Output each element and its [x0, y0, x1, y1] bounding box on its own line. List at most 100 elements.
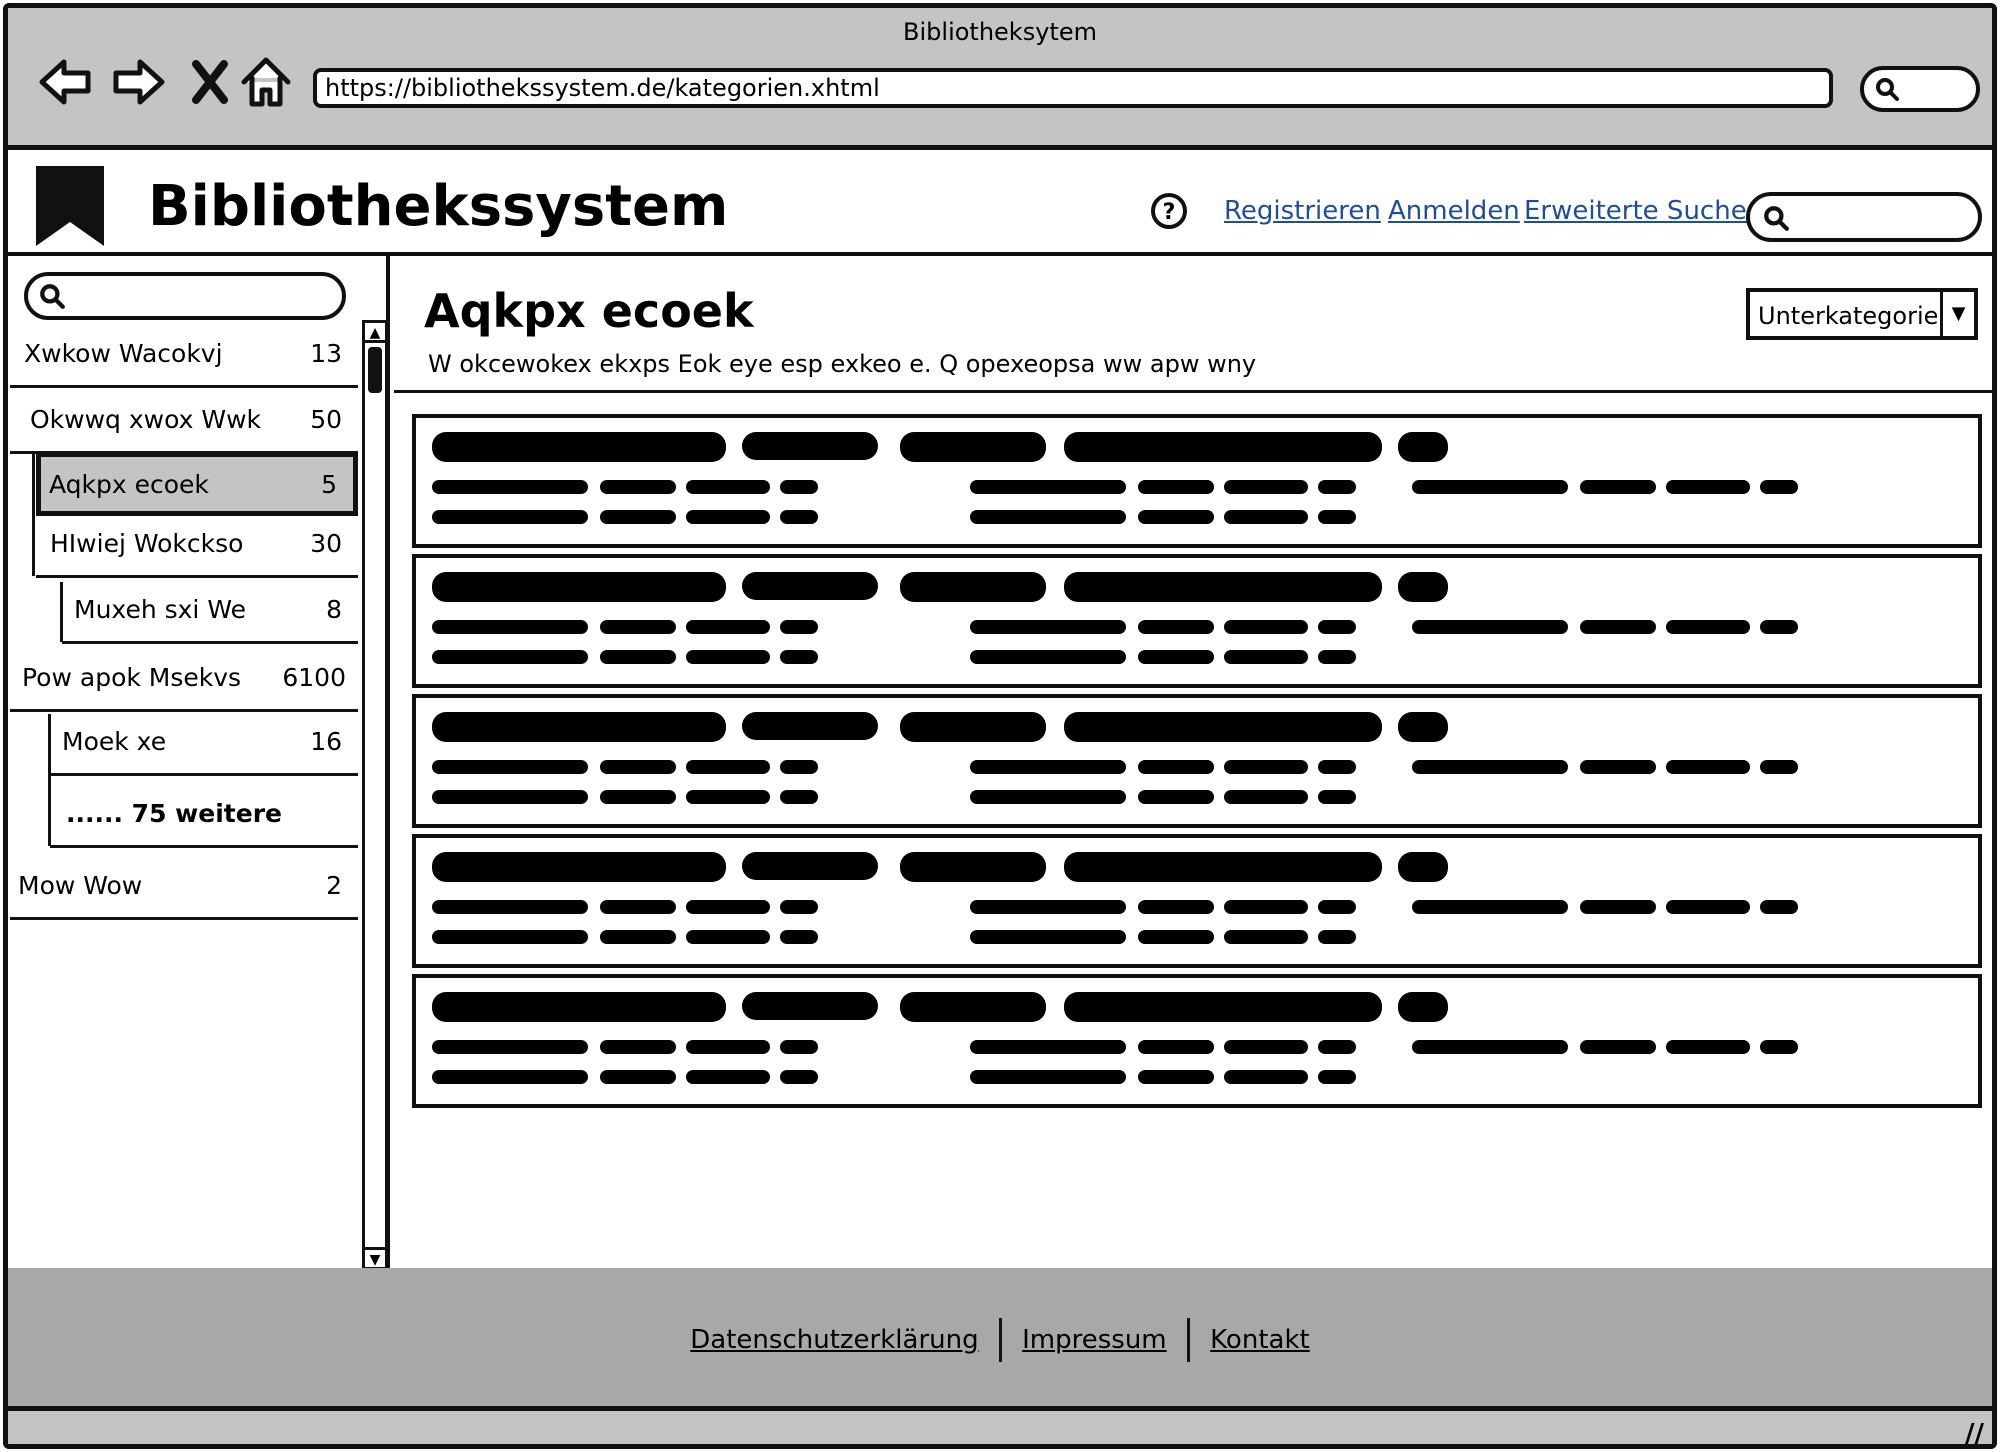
back-icon[interactable]	[36, 52, 96, 112]
result-card[interactable]	[412, 694, 1982, 828]
greeked-detail-text	[1224, 930, 1308, 944]
greeked-title-text	[742, 852, 878, 880]
category-item-selected[interactable]: Aqkpx ecoek 5	[36, 452, 358, 516]
advanced-search-link[interactable]: Erweiterte Suche	[1524, 196, 1747, 226]
page-title: Aqkpx ecoek	[424, 284, 754, 338]
greeked-detail-text	[1666, 1040, 1750, 1054]
more-categories-link[interactable]: ...... 75 weitere	[50, 784, 358, 848]
scroll-thumb[interactable]	[368, 347, 382, 393]
category-search-input[interactable]	[24, 272, 346, 320]
greeked-title-text	[742, 432, 878, 460]
greeked-detail-text	[1580, 480, 1656, 494]
category-item[interactable]: Pow apok Msekvs 6100	[10, 648, 358, 712]
page-footer: Datenschutzerklärung Impressum Kontakt	[8, 1268, 1992, 1406]
divider	[394, 390, 1992, 393]
greeked-detail-text	[970, 1040, 1126, 1054]
greeked-detail-text	[1760, 900, 1798, 914]
greeked-detail-text	[780, 760, 818, 774]
register-link[interactable]: Registrieren	[1224, 196, 1381, 226]
greeked-title-text	[1064, 432, 1382, 462]
login-link[interactable]: Anmelden	[1388, 196, 1520, 226]
scroll-down-icon[interactable]: ▼	[365, 1247, 385, 1268]
greeked-title-text	[1064, 572, 1382, 602]
greeked-detail-text	[780, 930, 818, 944]
greeked-detail-text	[600, 650, 676, 664]
greeked-detail-text	[970, 760, 1126, 774]
greeked-detail-text	[780, 480, 818, 494]
browser-chrome: Bibliotheksytem https://bibliothekssyste…	[8, 8, 1992, 150]
category-item[interactable]: Mow Wow 2	[10, 856, 358, 920]
help-icon[interactable]: ?	[1150, 192, 1188, 234]
search-icon	[1762, 204, 1790, 236]
greeked-detail-text	[600, 510, 676, 524]
greeked-detail-text	[1412, 760, 1568, 774]
greeked-detail-text	[686, 620, 770, 634]
imprint-link[interactable]: Impressum	[1010, 1325, 1179, 1355]
greeked-detail-text	[600, 760, 676, 774]
greeked-detail-text	[686, 930, 770, 944]
category-item[interactable]: Moek xe 16	[50, 712, 358, 776]
greeked-title-text	[1398, 852, 1448, 882]
greeked-detail-text	[432, 1040, 588, 1054]
browser-window: Bibliotheksytem https://bibliothekssyste…	[3, 3, 1997, 1449]
greeked-detail-text	[1760, 480, 1798, 494]
greeked-detail-text	[1760, 1040, 1798, 1054]
result-card[interactable]	[412, 554, 1982, 688]
greeked-detail-text	[1224, 510, 1308, 524]
category-item[interactable]: Muxeh sxi We 8	[62, 580, 358, 644]
greeked-title-text	[742, 572, 878, 600]
greeked-detail-text	[1760, 620, 1798, 634]
sidebar-scrollbar[interactable]: ▲ ▼	[362, 320, 388, 1270]
greeked-detail-text	[1318, 760, 1356, 774]
greeked-detail-text	[686, 480, 770, 494]
scroll-up-icon[interactable]: ▲	[365, 323, 385, 343]
stop-icon[interactable]	[180, 52, 240, 112]
page-header: Bibliothekssystem ? Registrieren Anmelde…	[8, 150, 1992, 256]
result-card[interactable]	[412, 974, 1982, 1108]
home-icon[interactable]	[236, 52, 296, 112]
forward-icon[interactable]	[108, 52, 168, 112]
url-bar[interactable]: https://bibliothekssystem.de/kategorien.…	[313, 68, 1833, 108]
bookmark-logo-icon[interactable]	[34, 164, 106, 248]
greeked-detail-text	[600, 790, 676, 804]
greeked-detail-text	[970, 790, 1126, 804]
result-card[interactable]	[412, 414, 1982, 548]
category-item[interactable]: Okwwq xwox Wwk 50	[10, 390, 358, 454]
greeked-detail-text	[1224, 900, 1308, 914]
greeked-detail-text	[1138, 900, 1214, 914]
greeked-title-text	[900, 572, 1046, 602]
category-item[interactable]: Xwkow Wacokvj 13	[10, 324, 358, 388]
greeked-detail-text	[686, 900, 770, 914]
greeked-detail-text	[780, 650, 818, 664]
greeked-detail-text	[1138, 1070, 1214, 1084]
resize-grip-icon[interactable]: //	[1965, 1419, 1984, 1444]
greeked-detail-text	[1412, 480, 1568, 494]
chevron-down-icon[interactable]: ▼	[1940, 292, 1974, 336]
browser-search-input[interactable]	[1860, 66, 1980, 112]
site-search-input[interactable]	[1746, 192, 1982, 242]
greeked-detail-text	[432, 650, 588, 664]
greeked-detail-text	[780, 620, 818, 634]
greeked-title-text	[1064, 992, 1382, 1022]
site-title: Bibliothekssystem	[148, 174, 729, 239]
greeked-detail-text	[432, 930, 588, 944]
greeked-title-text	[1398, 572, 1448, 602]
subcategory-select[interactable]: Unterkategorie ▼	[1746, 288, 1978, 340]
footer-divider	[1186, 1318, 1190, 1362]
greeked-detail-text	[1224, 1070, 1308, 1084]
greeked-detail-text	[1412, 900, 1568, 914]
greeked-detail-text	[600, 900, 676, 914]
browser-status-bar: //	[8, 1406, 1992, 1444]
result-card[interactable]	[412, 834, 1982, 968]
svg-text:?: ?	[1163, 200, 1176, 225]
contact-link[interactable]: Kontakt	[1198, 1325, 1322, 1355]
greeked-detail-text	[1318, 1040, 1356, 1054]
greeked-detail-text	[1138, 930, 1214, 944]
greeked-title-text	[1398, 432, 1448, 462]
greeked-detail-text	[1666, 620, 1750, 634]
greeked-detail-text	[1580, 900, 1656, 914]
category-item[interactable]: HIwiej Wokckso 30	[36, 514, 358, 578]
greeked-detail-text	[1224, 650, 1308, 664]
greeked-detail-text	[1138, 790, 1214, 804]
privacy-link[interactable]: Datenschutzerklärung	[678, 1325, 990, 1355]
